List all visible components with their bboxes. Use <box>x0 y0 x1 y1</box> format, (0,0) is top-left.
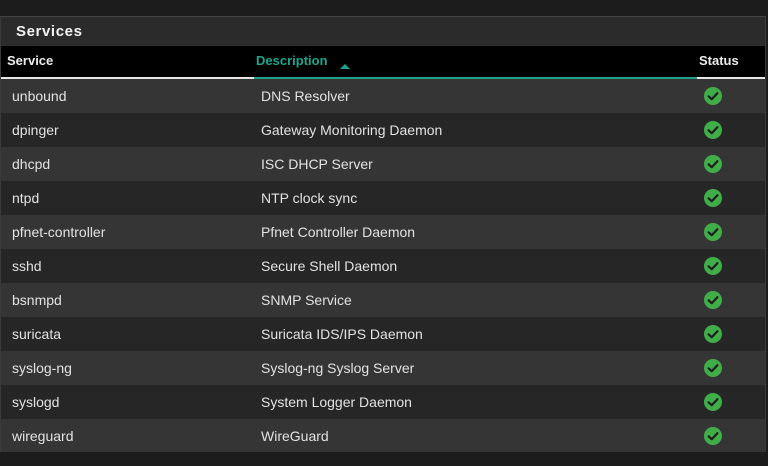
check-circle-icon <box>704 155 722 173</box>
service-description: NTP clock sync <box>261 190 358 206</box>
status-running-icon <box>704 155 722 173</box>
status-running-icon <box>704 189 722 207</box>
service-description: DNS Resolver <box>261 88 350 104</box>
status-running-icon <box>704 325 722 343</box>
check-circle-icon <box>704 291 722 309</box>
service-description: Gateway Monitoring Daemon <box>261 122 443 138</box>
check-circle-icon <box>704 189 722 207</box>
status-running-icon <box>704 257 722 275</box>
check-circle-icon <box>704 427 722 445</box>
table-row: ntpd NTP clock sync <box>1 181 765 215</box>
check-circle-icon <box>704 257 722 275</box>
service-name: sshd <box>12 258 42 274</box>
table-row: suricata Suricata IDS/IPS Daemon <box>1 317 765 351</box>
service-name: bsnmpd <box>12 292 62 308</box>
service-name: syslog-ng <box>12 360 72 376</box>
panel-title: Services <box>1 17 765 46</box>
services-panel: Services Service Description Status unbo… <box>0 16 766 453</box>
status-running-icon <box>704 87 722 105</box>
service-name: suricata <box>12 326 62 342</box>
service-description: Pfnet Controller Daemon <box>261 224 416 240</box>
table-row: bsnmpd SNMP Service <box>1 283 765 317</box>
service-name: ntpd <box>12 190 40 206</box>
table-row: wireguard WireGuard <box>1 419 765 453</box>
status-running-icon <box>704 393 722 411</box>
service-name: pfnet-controller <box>12 224 106 240</box>
check-circle-icon <box>704 121 722 139</box>
check-circle-icon <box>704 393 722 411</box>
table-row: unbound DNS Resolver <box>1 79 765 113</box>
service-name: unbound <box>12 88 67 104</box>
column-header-service[interactable]: Service <box>7 46 53 77</box>
check-circle-icon <box>704 325 722 343</box>
column-header-status[interactable]: Status <box>699 46 739 77</box>
check-circle-icon <box>704 87 722 105</box>
service-description: ISC DHCP Server <box>261 156 373 172</box>
service-description: Suricata IDS/IPS Daemon <box>261 326 423 342</box>
table-row: dpinger Gateway Monitoring Daemon <box>1 113 765 147</box>
service-description: WireGuard <box>261 428 329 444</box>
service-description: SNMP Service <box>261 292 352 308</box>
column-header-description-label: Description <box>256 53 328 68</box>
sort-ascending-icon <box>340 64 350 69</box>
service-name: dpinger <box>12 122 59 138</box>
table-header: Service Description Status <box>1 46 765 79</box>
service-description: Secure Shell Daemon <box>261 258 398 274</box>
bottom-strip <box>0 452 768 466</box>
check-circle-icon <box>704 359 722 377</box>
service-name: syslogd <box>12 394 60 410</box>
service-name: wireguard <box>12 428 74 444</box>
table-row: dhcpd ISC DHCP Server <box>1 147 765 181</box>
table-row: sshd Secure Shell Daemon <box>1 249 765 283</box>
status-running-icon <box>704 291 722 309</box>
table-row: pfnet-controller Pfnet Controller Daemon <box>1 215 765 249</box>
column-header-description[interactable]: Description <box>254 46 697 79</box>
table-row: syslog-ng Syslog-ng Syslog Server <box>1 351 765 385</box>
service-description: System Logger Daemon <box>261 394 412 410</box>
status-running-icon <box>704 427 722 445</box>
service-name: dhcpd <box>12 156 51 172</box>
status-running-icon <box>704 223 722 241</box>
status-running-icon <box>704 359 722 377</box>
top-strip <box>0 0 768 16</box>
check-circle-icon <box>704 223 722 241</box>
table-row: syslogd System Logger Daemon <box>1 385 765 419</box>
status-running-icon <box>704 121 722 139</box>
service-description: Syslog-ng Syslog Server <box>261 360 415 376</box>
table-body: unbound DNS Resolver dpinger Gateway Monito… <box>1 79 765 453</box>
